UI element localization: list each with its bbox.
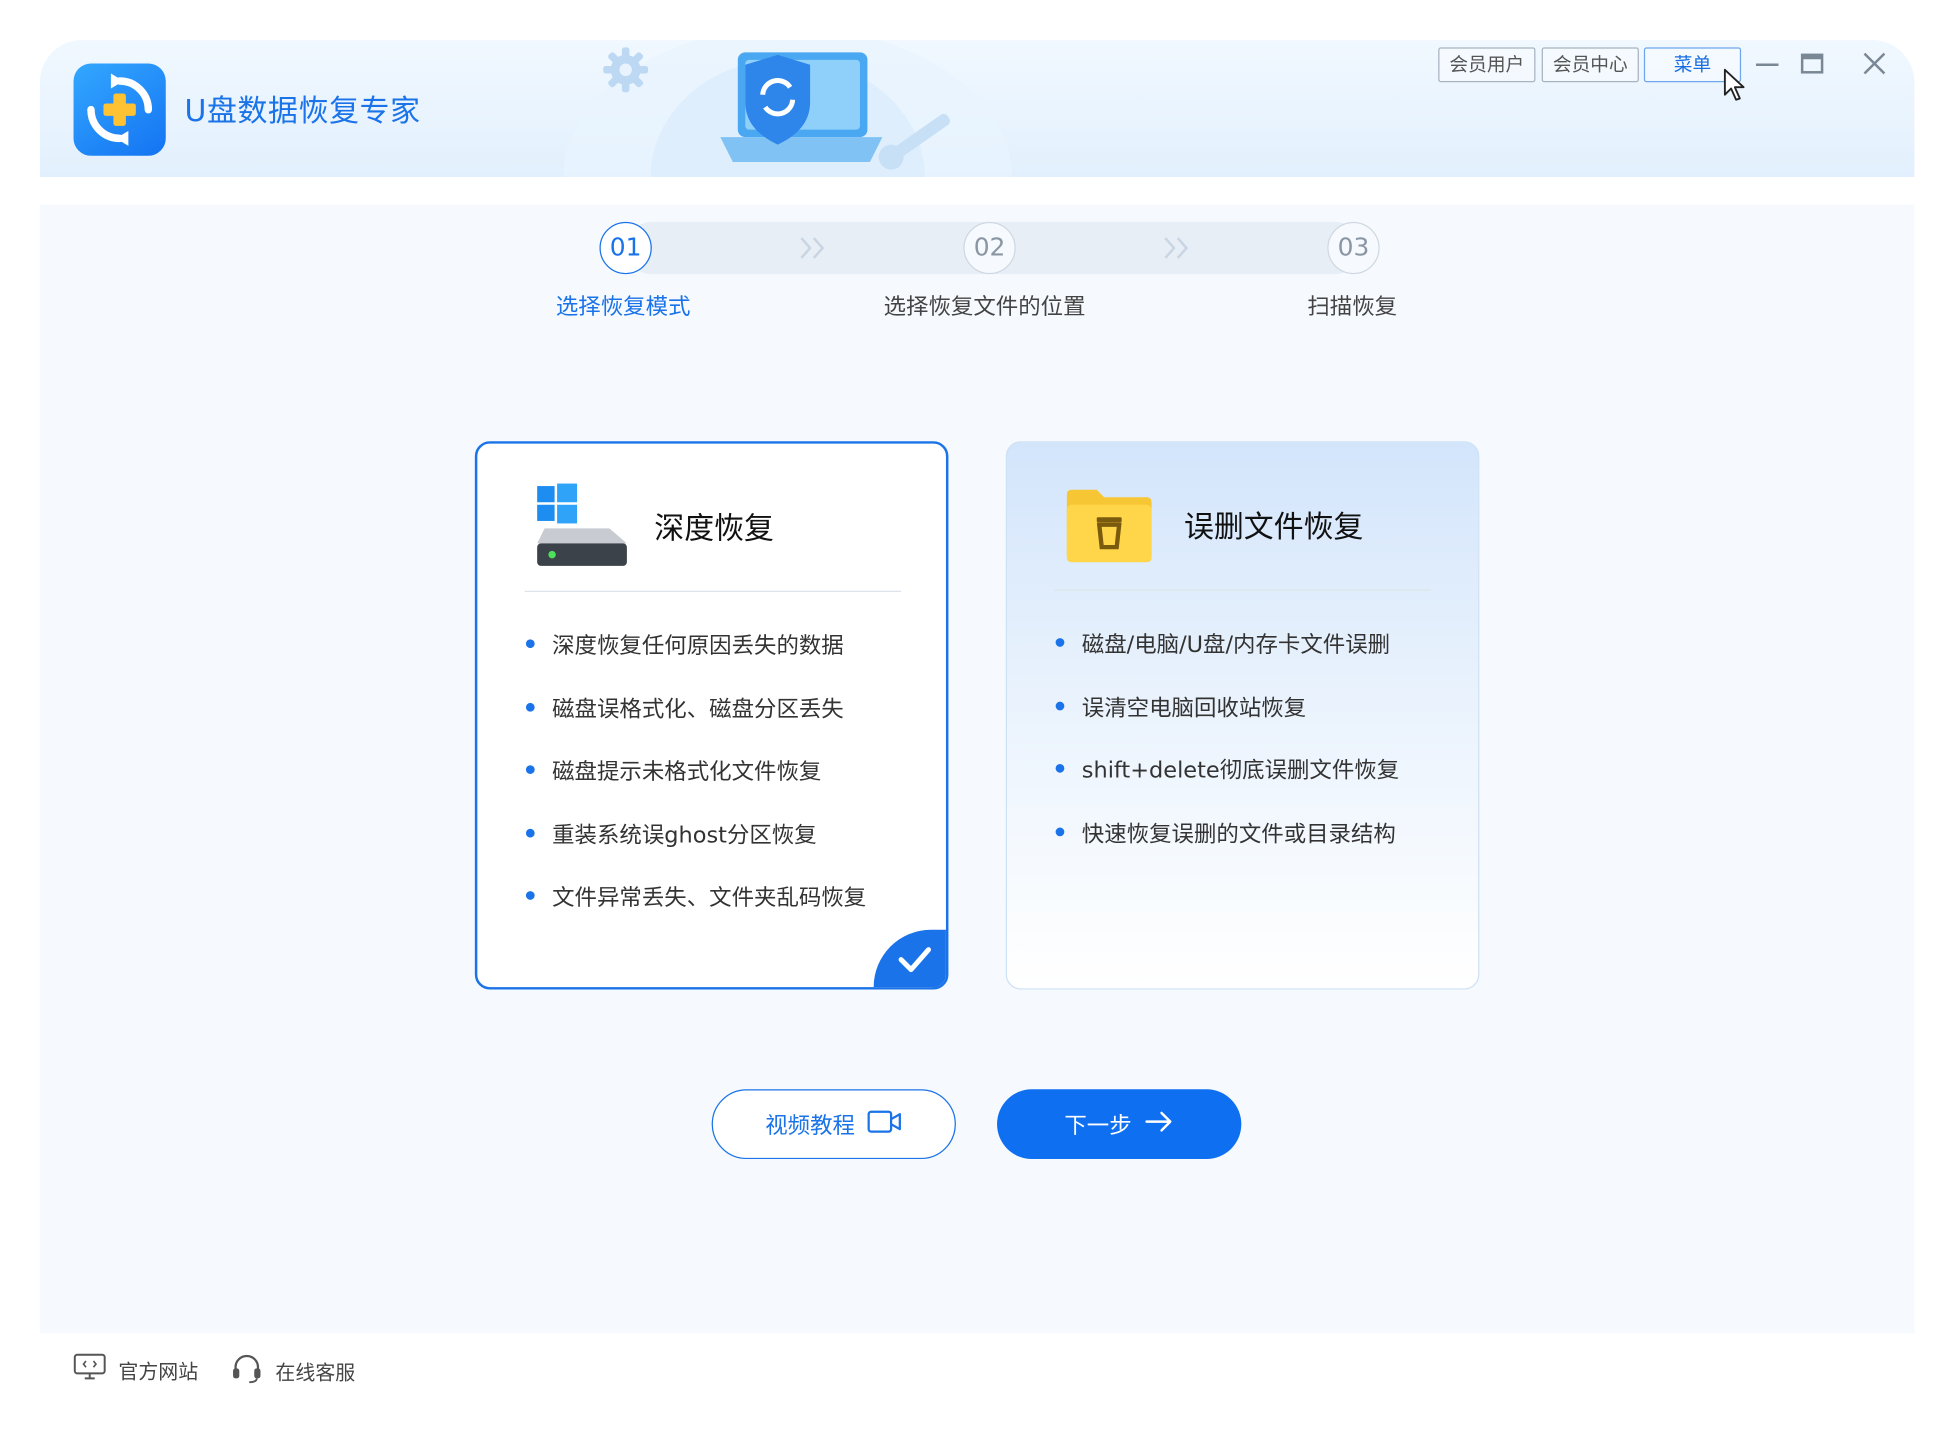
feature-item: 磁盘误格式化、磁盘分区丢失 (525, 691, 866, 754)
feature-item: 文件异常丢失、文件夹乱码恢复 (525, 880, 866, 943)
main-content: 01 02 03 选择恢复模式 选择恢复文件的位置 扫描恢复 深度恢复 深度恢复… (39, 204, 1915, 1334)
feature-item: 重装系统误ghost分区恢复 (525, 817, 866, 880)
member-center-button[interactable]: 会员中心 (1541, 47, 1639, 83)
app-title: U盘数据恢复专家 (184, 93, 421, 129)
maximize-icon[interactable] (1793, 45, 1830, 82)
app-window: U盘数据恢复专家 会员用户 会员中心 菜单 01 02 03 选择恢复模式 选择… (39, 39, 1915, 1399)
step-3-label: 扫描恢复 (1307, 294, 1398, 321)
recycle-folder-icon (1064, 487, 1164, 574)
video-tutorial-label: 视频教程 (765, 1112, 855, 1140)
step-1-number: 01 (599, 221, 652, 275)
app-logo-icon (73, 63, 166, 156)
step-1-label: 选择恢复模式 (555, 294, 691, 321)
member-user-button[interactable]: 会员用户 (1438, 47, 1536, 83)
feature-item: 磁盘提示未格式化文件恢复 (525, 754, 866, 817)
card-divider (524, 590, 902, 592)
deleted-file-recovery-card[interactable]: 误删文件恢复 磁盘/电脑/U盘/内存卡文件误删 误清空电脑回收站恢复 shift… (1005, 441, 1480, 990)
hard-drive-icon (532, 481, 632, 568)
deep-recovery-card[interactable]: 深度恢复 深度恢复任何原因丢失的数据 磁盘误格式化、磁盘分区丢失 磁盘提示未格式… (474, 441, 949, 990)
deep-recovery-features: 深度恢复任何原因丢失的数据 磁盘误格式化、磁盘分区丢失 磁盘提示未格式化文件恢复… (525, 628, 866, 943)
selected-check-icon (873, 929, 946, 988)
card-divider (1054, 589, 1431, 591)
step-2-number: 02 (963, 221, 1016, 275)
deep-recovery-title: 深度恢复 (654, 510, 774, 546)
arrow-right-icon (1144, 1109, 1174, 1140)
feature-item: 误清空电脑回收站恢复 (1054, 690, 1399, 753)
hero-illustration (563, 39, 1012, 177)
monitor-icon (73, 1353, 106, 1385)
step-2-label: 选择恢复文件的位置 (883, 294, 1086, 321)
chevron-right-icon (1158, 229, 1195, 266)
deleted-file-recovery-features: 磁盘/电脑/U盘/内存卡文件误删 误清空电脑回收站恢复 shift+delete… (1054, 627, 1399, 879)
feature-item: 深度恢复任何原因丢失的数据 (525, 628, 866, 691)
feature-item: shift+delete彻底误删文件恢复 (1054, 753, 1399, 816)
minimize-icon[interactable] (1749, 45, 1786, 82)
mouse-cursor-icon (1722, 67, 1747, 104)
deleted-file-recovery-title: 误删文件恢复 (1183, 509, 1364, 545)
official-website-link[interactable]: 官方网站 (73, 1353, 199, 1385)
online-support-link[interactable]: 在线客服 (231, 1353, 356, 1388)
step-3-number: 03 (1327, 221, 1380, 275)
chevron-right-icon (794, 229, 831, 266)
video-tutorial-button[interactable]: 视频教程 (711, 1089, 956, 1160)
feature-item: 快速恢复误删的文件或目录结构 (1054, 816, 1399, 879)
feature-item: 磁盘/电脑/U盘/内存卡文件误删 (1054, 627, 1399, 690)
close-icon[interactable] (1856, 45, 1893, 82)
next-step-button[interactable]: 下一步 (997, 1089, 1242, 1160)
online-support-label: 在线客服 (275, 1360, 356, 1385)
official-website-label: 官方网站 (118, 1359, 199, 1384)
title-bar: U盘数据恢复专家 会员用户 会员中心 菜单 (39, 39, 1915, 177)
footer: 官方网站 在线客服 (39, 1336, 1915, 1399)
next-step-label: 下一步 (1064, 1112, 1132, 1140)
headset-icon (231, 1353, 263, 1388)
video-camera-icon (867, 1109, 902, 1140)
